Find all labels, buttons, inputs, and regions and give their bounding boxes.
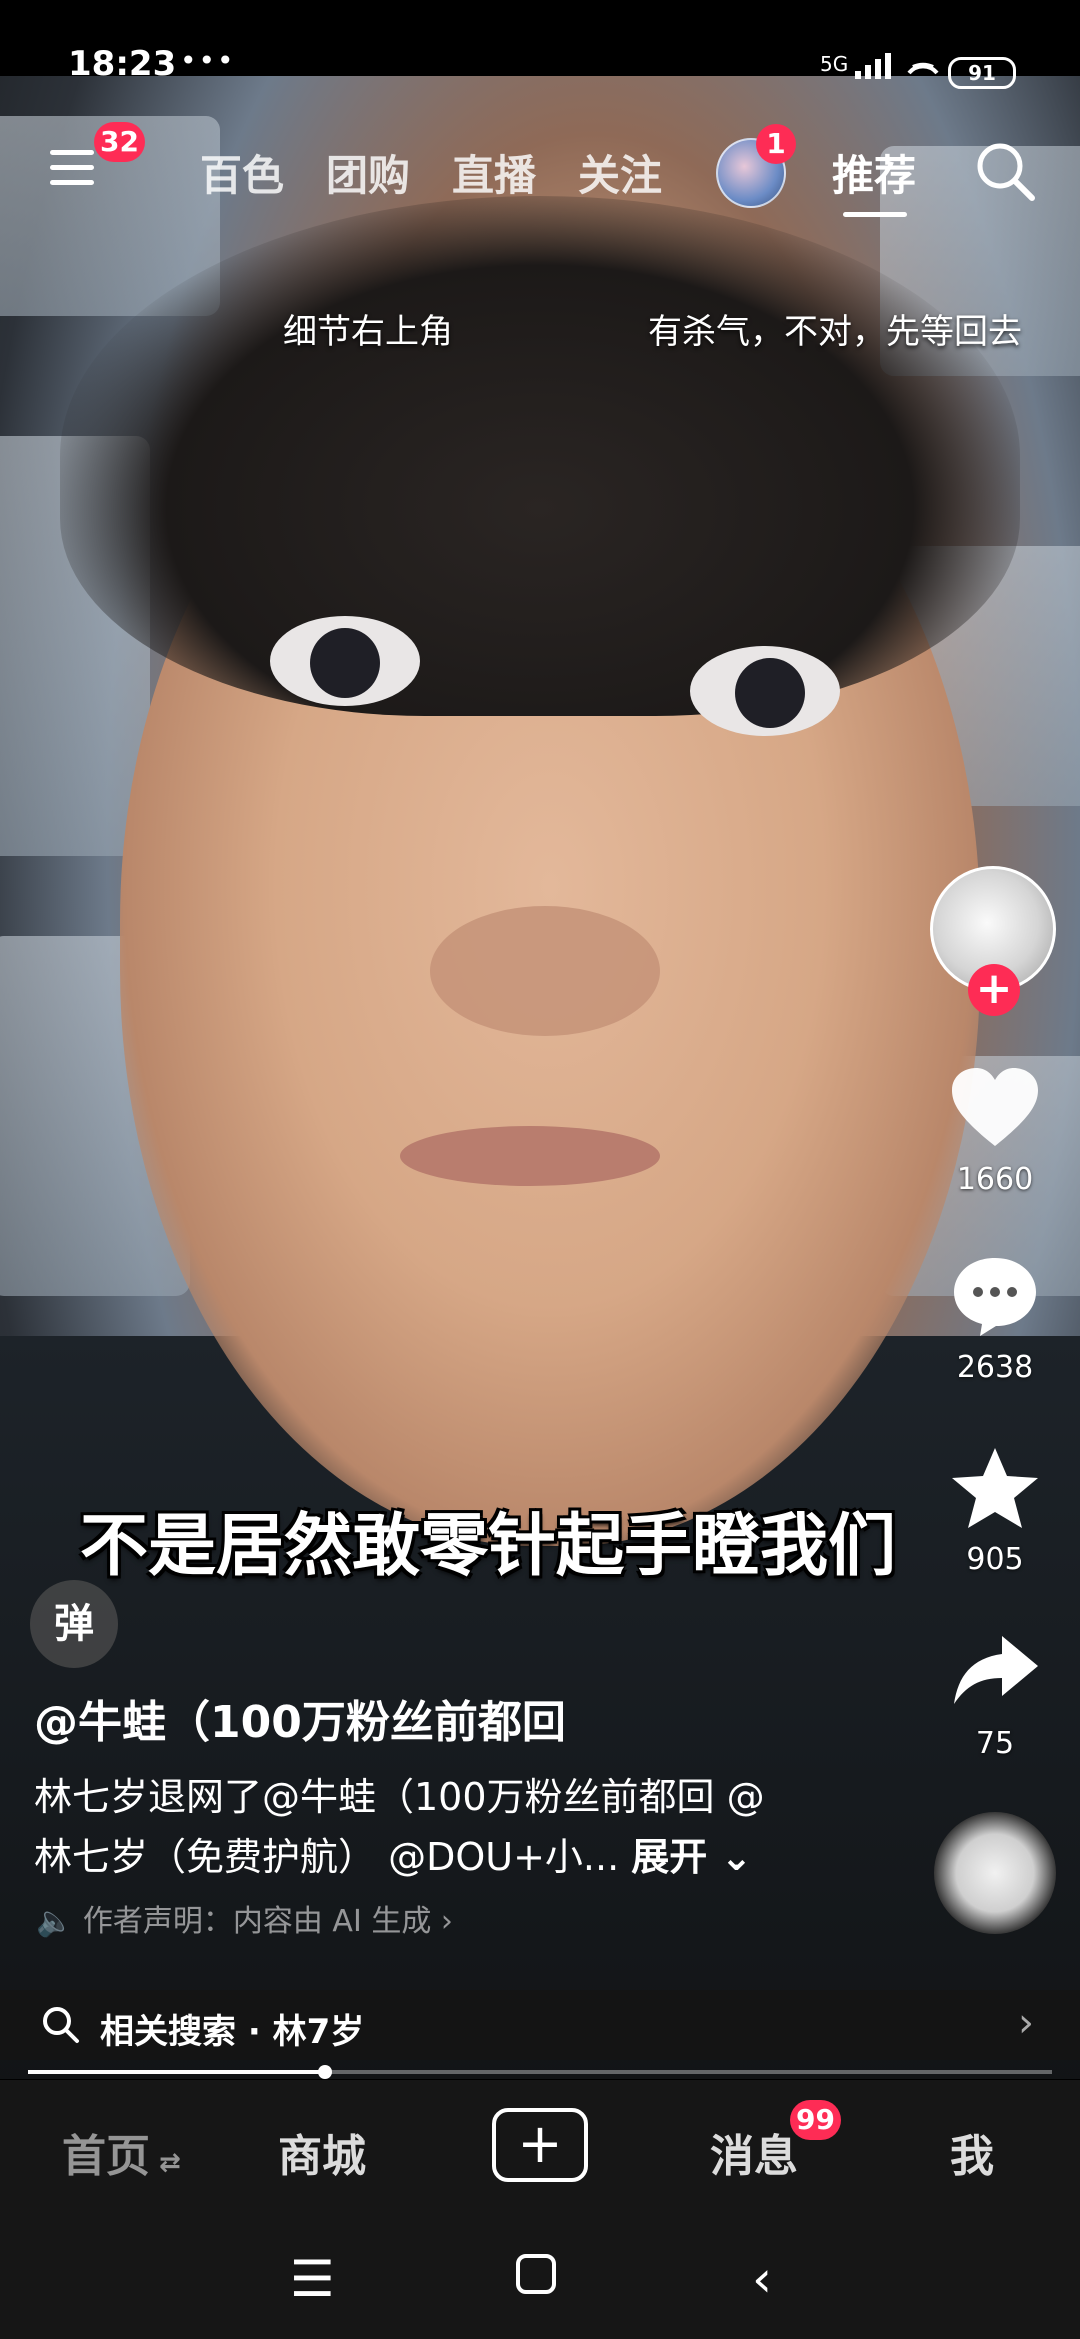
tab-following[interactable]: 关注 bbox=[578, 142, 662, 203]
search-icon[interactable] bbox=[974, 140, 1036, 202]
description-text: 林七岁（免费护航） @DOU+小... bbox=[34, 1835, 620, 1879]
speaker-icon: 🔈 bbox=[36, 1904, 83, 1939]
refresh-icon: ⇄ bbox=[150, 2148, 181, 2178]
status-time: 18:23 bbox=[68, 44, 177, 84]
ai-disclosure-note[interactable]: 🔈 作者声明：内容由 AI 生成 › bbox=[36, 1896, 453, 1940]
related-search-bar[interactable]: 相关搜索 · 林7岁 › bbox=[0, 1990, 1080, 2060]
description-line-1: 林七岁退网了@牛蛙（100万粉丝前都回 @ bbox=[34, 1775, 765, 1819]
author-name[interactable]: @牛蛙（100万粉丝前都回 bbox=[34, 1686, 566, 1750]
video-progress-handle[interactable] bbox=[317, 2065, 332, 2079]
music-disc[interactable] bbox=[934, 1812, 1056, 1934]
follow-button[interactable]: + bbox=[968, 964, 1020, 1016]
favorite-count: 905 bbox=[966, 1542, 1024, 1577]
chevron-down-icon: ⌄ bbox=[707, 1835, 753, 1879]
menu-icon[interactable] bbox=[50, 150, 94, 190]
network-type: 5G bbox=[820, 52, 849, 76]
comment-count: 2638 bbox=[956, 1350, 1034, 1385]
expand-button[interactable]: 展开 ⌄ bbox=[631, 1835, 752, 1879]
active-tab-indicator bbox=[843, 212, 907, 217]
video-subtitle: 不是居然敢零针起手瞪我们 bbox=[80, 1507, 897, 1586]
tab-baise[interactable]: 百色 bbox=[200, 142, 284, 203]
status-notification-dots: ••• bbox=[180, 44, 236, 77]
signal-icon: 5G bbox=[820, 52, 945, 79]
right-eye bbox=[690, 646, 840, 736]
caption-left: 细节右上角 bbox=[283, 312, 453, 352]
like-count: 1660 bbox=[956, 1162, 1034, 1197]
danmu-toggle-button[interactable]: 弹 bbox=[30, 1580, 118, 1668]
recent-apps-icon[interactable]: ☰ bbox=[290, 2250, 335, 2308]
tab-me[interactable]: 我 bbox=[950, 2120, 994, 2184]
chevron-right-icon: › bbox=[1018, 2000, 1034, 2046]
tab-live[interactable]: 直播 bbox=[452, 142, 536, 203]
nose bbox=[430, 906, 660, 1036]
status-bar: 18:23 ••• 5G 91 bbox=[0, 0, 1080, 89]
description-line-2: 林七岁（免费护航） @DOU+小... 展开 ⌄ bbox=[34, 1826, 752, 1881]
tab-home[interactable]: 首页 ⇄ bbox=[62, 2120, 181, 2184]
home-icon[interactable] bbox=[514, 2250, 558, 2308]
tab-messages[interactable]: 消息 bbox=[710, 2120, 798, 2184]
left-eye bbox=[270, 616, 420, 706]
heart-icon[interactable] bbox=[950, 1066, 1040, 1150]
menu-badge: 32 bbox=[94, 122, 145, 162]
hair bbox=[60, 196, 1020, 716]
tab-recommended[interactable]: 推荐 bbox=[832, 142, 916, 203]
search-icon bbox=[43, 2007, 79, 2043]
battery-icon: 91 bbox=[948, 57, 1016, 89]
share-icon[interactable] bbox=[950, 1630, 1040, 1714]
avatar-badge: 1 bbox=[756, 124, 796, 164]
tab-home-label: 首页 bbox=[62, 2131, 150, 2182]
comment-icon[interactable] bbox=[950, 1254, 1040, 1338]
related-search-label: 相关搜索 · 林7岁 bbox=[100, 2012, 365, 2052]
video-progress-fill bbox=[28, 2070, 325, 2074]
expand-label: 展开 bbox=[631, 1835, 708, 1879]
battery-level: 91 bbox=[968, 61, 996, 85]
messages-badge: 99 bbox=[790, 2100, 841, 2140]
tab-group-buy[interactable]: 团购 bbox=[326, 142, 410, 203]
back-icon[interactable]: ‹ bbox=[752, 2250, 772, 2308]
create-post-button[interactable]: + bbox=[492, 2108, 588, 2182]
caption-right: 有杀气，不对，先等回去 bbox=[648, 312, 1022, 352]
favorite-star-icon[interactable] bbox=[950, 1446, 1040, 1530]
tab-mall[interactable]: 商城 bbox=[278, 2120, 366, 2184]
share-count: 75 bbox=[975, 1726, 1015, 1761]
mouth bbox=[400, 1126, 660, 1186]
ai-note-text: 作者声明：内容由 AI 生成 › bbox=[82, 1904, 453, 1939]
